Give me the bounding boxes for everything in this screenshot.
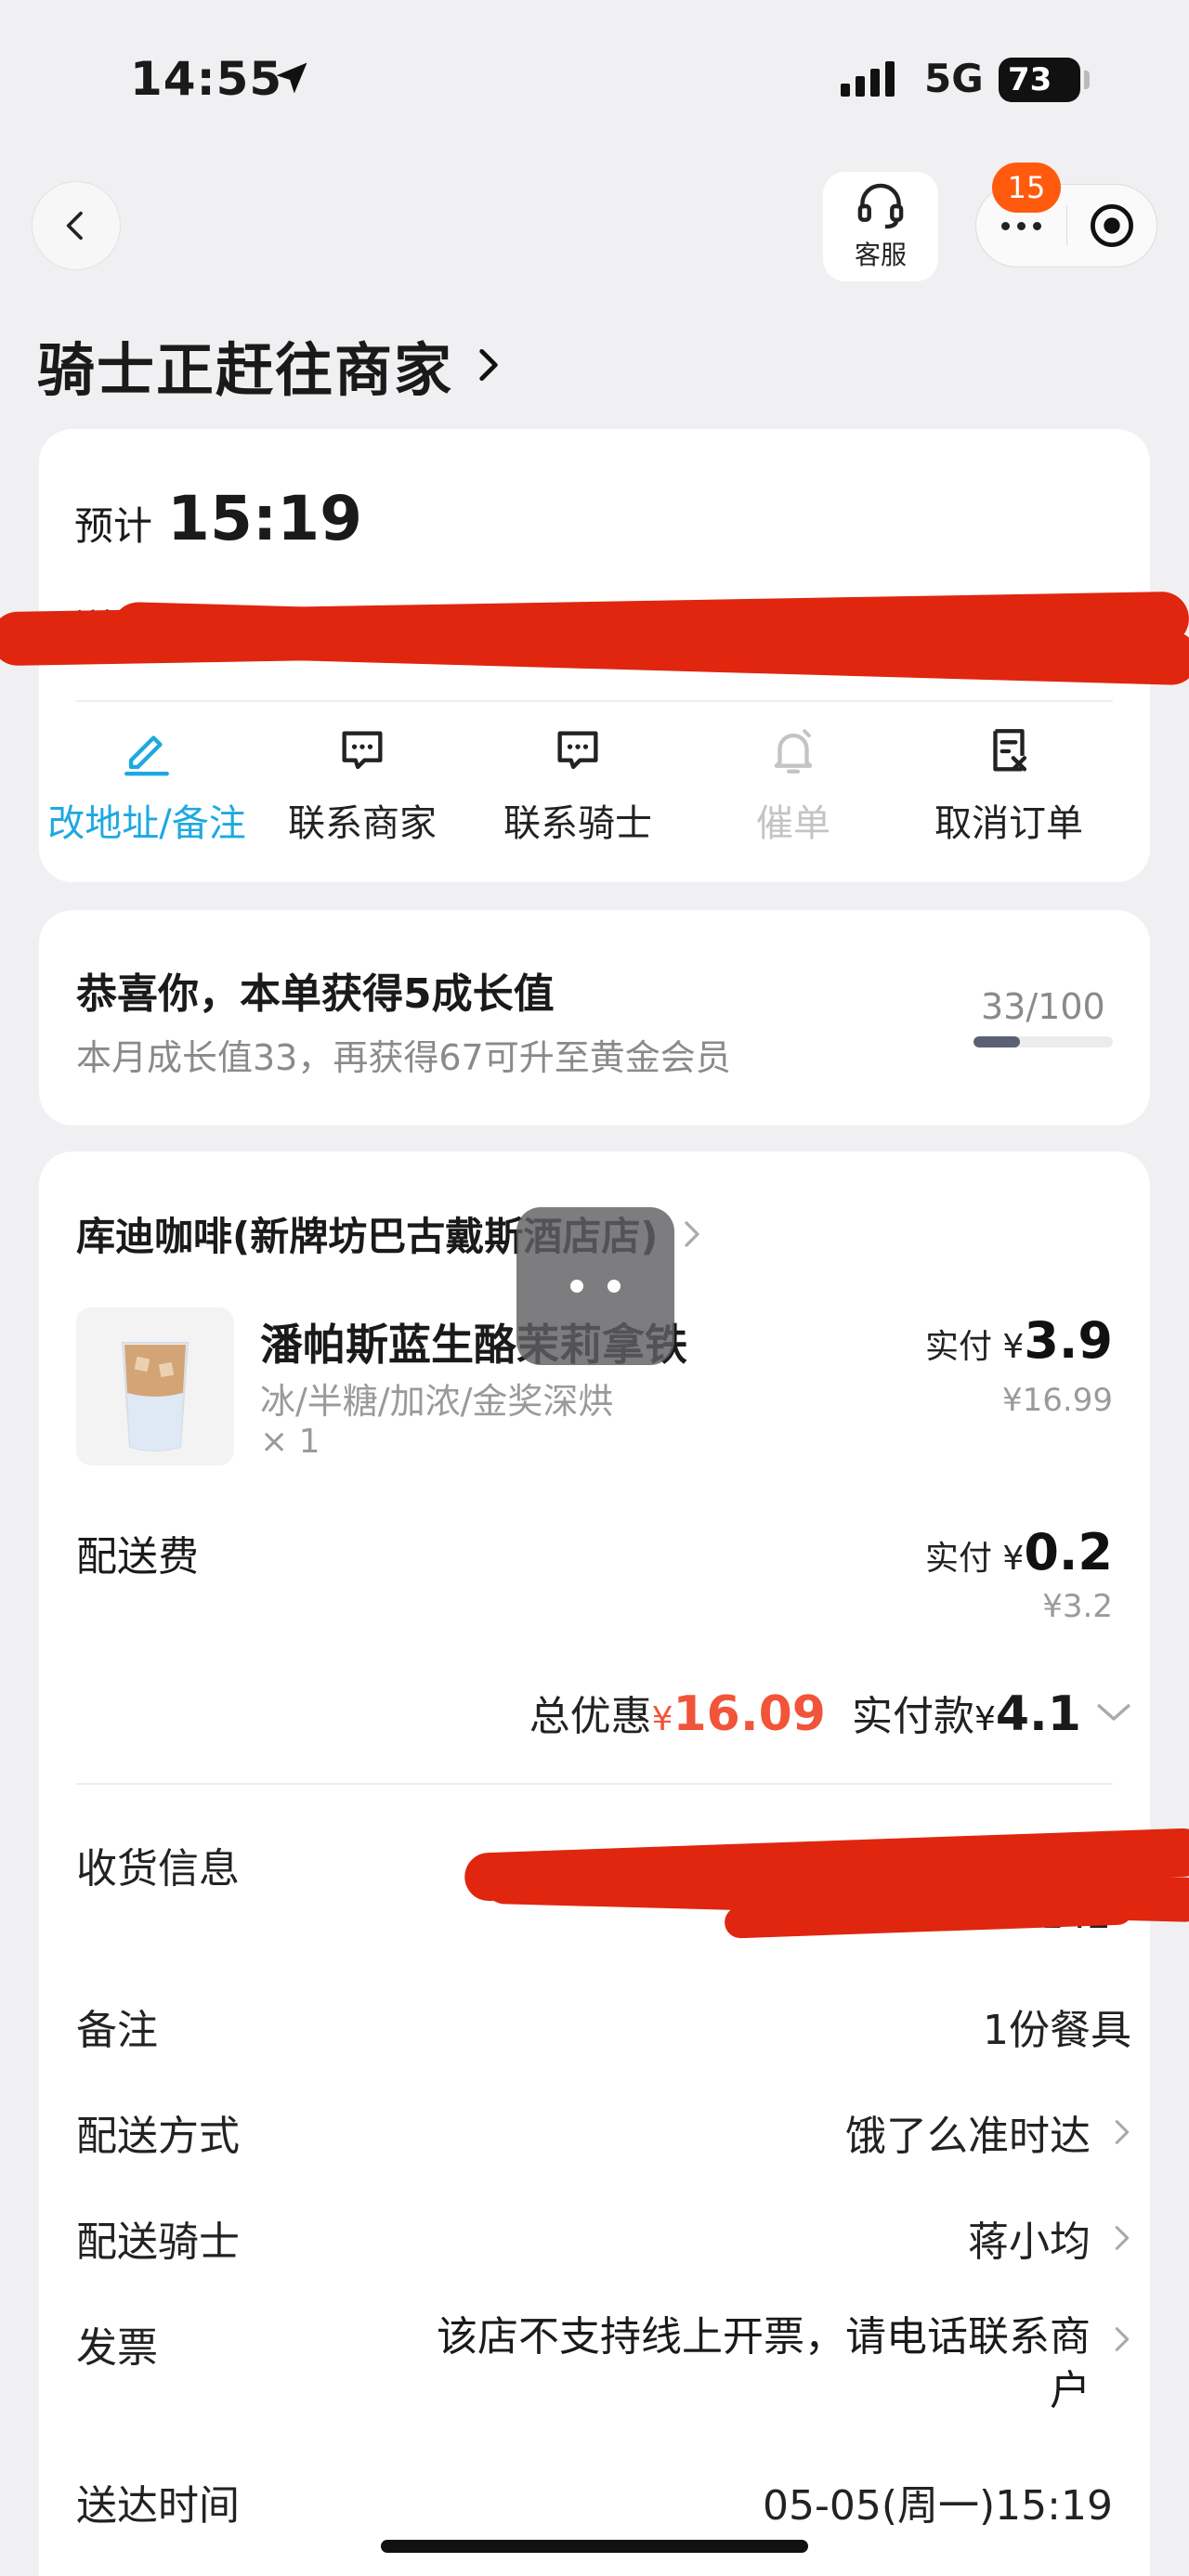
divider (76, 1783, 1113, 1785)
contact-merchant-label: 联系商家 (288, 802, 437, 845)
chevron-left-icon (66, 211, 83, 241)
growth-count: 33/100 (981, 986, 1105, 1027)
growth-progress-bar (973, 1036, 1113, 1047)
close-miniapp-button[interactable] (1066, 202, 1156, 250)
receiver-info-label: 收货信息 (76, 1845, 240, 1893)
discount-amount: 16.09 (673, 1686, 826, 1742)
contact-rider-label: 联系骑士 (503, 802, 652, 845)
chevron-down-icon (1097, 1704, 1130, 1721)
floating-assistant-button[interactable] (516, 1207, 674, 1365)
contact-rider-button[interactable]: 联系骑士 (470, 724, 686, 847)
target-icon (1090, 204, 1133, 247)
chevron-right-icon (1115, 2120, 1130, 2144)
rider-label: 配送骑士 (76, 2218, 240, 2266)
more-button[interactable] (976, 221, 1066, 230)
divider (76, 700, 1113, 702)
total-paid-amount: 4.1 (995, 1686, 1081, 1742)
total-paid-label: 实付款 (851, 1693, 974, 1740)
growth-subtitle: 本月成长值33，再获得67可升至黄金会员 (76, 1037, 731, 1078)
product-spec: 冰/半糖/加浓/金奖深烘 (260, 1381, 614, 1422)
total-paid-currency: ¥ (973, 1700, 996, 1738)
order-totals[interactable]: 总优惠 ¥ 16.09 实付款 ¥ 4.1 (529, 1683, 1133, 1742)
iced-latte-cup-image (121, 1342, 189, 1451)
message-badge: 15 (992, 163, 1061, 213)
order-status-title[interactable]: 骑士正赶往商家 (37, 323, 502, 407)
product-image[interactable] (76, 1308, 234, 1465)
invoice-label: 发票 (76, 2324, 158, 2372)
delivery-fee-original: ¥3.2 (1042, 1588, 1113, 1625)
growth-title: 恭喜你，本单获得5成长值 (76, 970, 555, 1018)
product-paid-price: 实付 ¥ 3.9 (925, 1311, 1113, 1370)
arrival-time-label: 送达时间 (76, 2482, 240, 2530)
edit-pencil-icon (124, 735, 169, 776)
signal-icon (841, 61, 895, 97)
battery-level: 73 (1008, 61, 1052, 98)
paid-label: 实付 ¥ (924, 1328, 1025, 1366)
paid-label: 实付 ¥ (924, 1540, 1025, 1578)
customer-service-label: 客服 (854, 240, 907, 270)
chevron-right-icon (479, 348, 498, 382)
headset-icon (857, 183, 904, 229)
cancel-order-label: 取消订单 (934, 802, 1083, 845)
delivery-method-row[interactable]: 饿了么准时达 (845, 2102, 1131, 2162)
cancel-order-button[interactable]: 取消订单 (901, 724, 1117, 847)
edit-address-button[interactable]: 改地址/备注 (39, 724, 255, 847)
network-type: 5G (924, 56, 984, 101)
order-actions: 改地址/备注 联系商家 联系骑士 催单 取消订单 (39, 724, 1150, 847)
delivery-fee-label: 配送费 (76, 1533, 199, 1581)
bell-icon (774, 729, 813, 774)
discount-currency: ¥ (651, 1700, 673, 1738)
battery-icon: 73 (999, 58, 1090, 102)
location-arrow-icon (276, 62, 307, 94)
cancel-receipt-icon (993, 729, 1027, 772)
eta-time: 15:19 (167, 483, 363, 554)
growth-progress-fill (973, 1036, 1020, 1047)
back-button[interactable] (32, 181, 121, 270)
delivery-method-value: 饿了么准时达 (845, 2113, 1091, 2160)
urge-order-button[interactable]: 催单 (686, 724, 901, 847)
status-time: 14:55 (130, 52, 283, 106)
chevron-right-icon (1115, 2327, 1130, 2351)
note-label: 备注 (76, 2007, 158, 2054)
chevron-right-icon (1115, 2226, 1130, 2250)
paid-amount: 0.2 (1024, 1523, 1113, 1581)
invoice-value: 该店不支持线上开票，请电话联系商户 (437, 2313, 1091, 2414)
product-quantity: × 1 (260, 1423, 320, 1461)
customer-service-button[interactable]: 客服 (823, 172, 938, 281)
eta-label: 预计 (74, 503, 153, 549)
invoice-row[interactable]: 该店不支持线上开票，请电话联系商户 (398, 2310, 1131, 2418)
home-indicator (381, 2540, 808, 2553)
delivery-method-label: 配送方式 (76, 2113, 240, 2160)
contact-merchant-button[interactable]: 联系商家 (255, 724, 470, 847)
note-value: 1份餐具 (983, 2007, 1131, 2054)
product-original-price: ¥16.99 (1002, 1382, 1113, 1419)
discount-label: 总优惠 (529, 1693, 652, 1740)
rider-row[interactable]: 蒋小均 (968, 2208, 1131, 2268)
edit-address-label: 改地址/备注 (47, 802, 246, 845)
chevron-right-icon (685, 1220, 700, 1247)
order-status-text: 骑士正赶往商家 (37, 336, 454, 404)
eta: 预计 15:19 (74, 483, 362, 554)
paid-amount: 3.9 (1024, 1311, 1113, 1370)
urge-order-label: 催单 (756, 802, 830, 845)
chat-bubble-icon (342, 731, 383, 770)
rider-name: 蒋小均 (968, 2218, 1091, 2266)
arrival-time-value: 05-05(周一)15:19 (763, 2482, 1113, 2530)
chat-bubble-icon (557, 731, 598, 770)
delivery-fee-paid: 实付 ¥ 0.2 (925, 1523, 1113, 1581)
